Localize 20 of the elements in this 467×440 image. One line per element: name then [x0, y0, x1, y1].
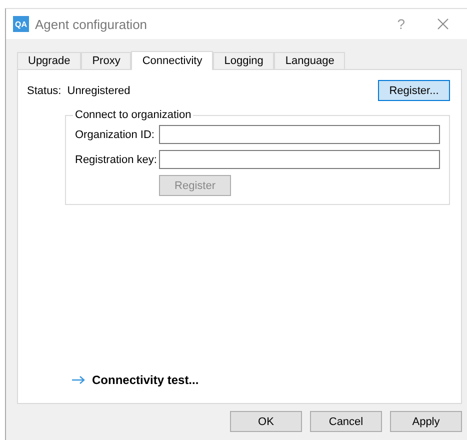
group-title: Connect to organization	[74, 109, 192, 121]
close-icon[interactable]	[437, 18, 449, 30]
field-label: Organization ID:	[75, 128, 153, 140]
dialog-button[interactable]: Cancel	[310, 411, 382, 432]
app-logo: QA	[13, 16, 29, 32]
status-value: Unregistered	[67, 84, 130, 96]
dialog-button[interactable]: OK	[230, 411, 302, 432]
tab[interactable]: Upgrade	[17, 52, 82, 69]
window-title: Agent configuration	[35, 16, 148, 32]
tab[interactable]: Language	[274, 52, 346, 69]
register-button[interactable]: Register...	[378, 80, 450, 101]
connectivity-test-link[interactable]: Connectivity test...	[92, 373, 199, 387]
input-field[interactable]	[159, 150, 440, 169]
tab[interactable]: Connectivity	[131, 51, 214, 70]
input-field[interactable]	[159, 125, 440, 144]
dialog-button[interactable]: Apply	[390, 411, 462, 432]
arrow-icon	[72, 376, 85, 384]
status-label: Status:	[27, 84, 62, 96]
tab[interactable]: Logging	[213, 52, 274, 69]
tab[interactable]: Proxy	[81, 52, 132, 69]
